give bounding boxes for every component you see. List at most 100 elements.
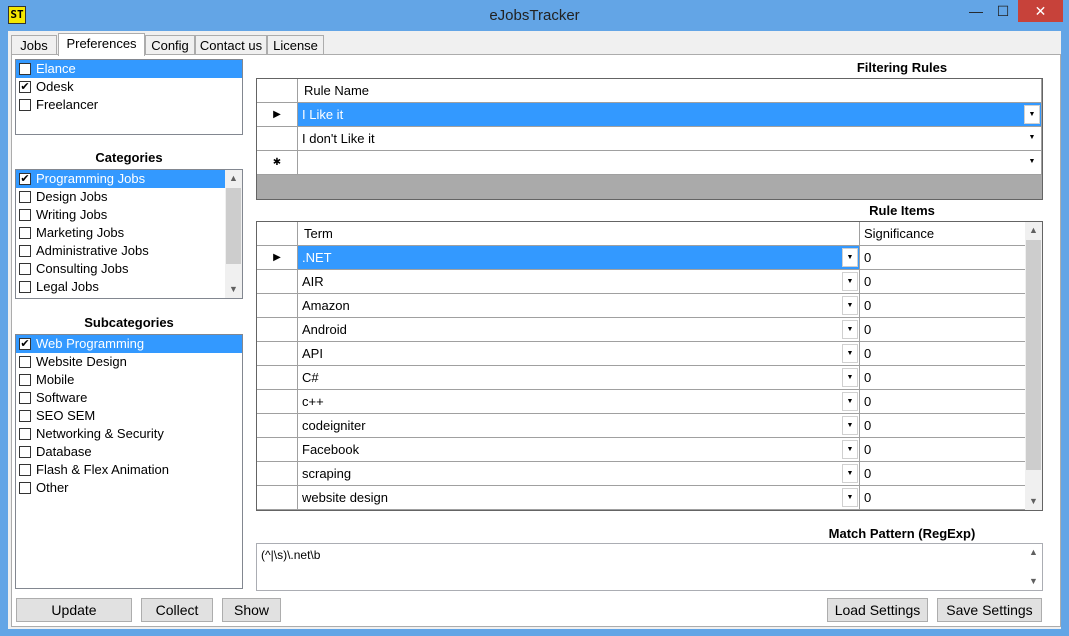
show-button[interactable]: Show	[222, 598, 281, 622]
row-header[interactable]	[257, 414, 298, 438]
collect-button[interactable]: Collect	[141, 598, 213, 622]
row-header[interactable]	[257, 270, 298, 294]
checkbox[interactable]	[19, 191, 31, 203]
checkbox[interactable]: ✔	[19, 338, 31, 350]
checkbox[interactable]: ✔	[19, 81, 31, 93]
categories-list[interactable]: ✔ Programming Jobs Design Jobs Writing Jo…	[15, 169, 243, 299]
list-item[interactable]: Other	[16, 479, 242, 497]
row-header-current-icon[interactable]: ▶	[257, 246, 298, 270]
list-item[interactable]: ✔ Programming Jobs	[16, 170, 225, 188]
significance-cell[interactable]: 0	[860, 318, 1026, 342]
rule-items-grid[interactable]: Term Significance ▶ .NET ▼ 0 AIR ▼ 0 Amazon ▼ 0 An…	[256, 221, 1043, 511]
list-item[interactable]: Flash & Flex Animation	[16, 461, 242, 479]
rule-name-cell[interactable]: I Like it	[302, 107, 343, 122]
checkbox[interactable]	[19, 245, 31, 257]
column-header-significance[interactable]: Significance	[860, 222, 1026, 246]
list-item[interactable]: Administrative Jobs	[16, 242, 242, 260]
rule-items-scrollbar[interactable]: ▲ ▼	[1025, 222, 1042, 510]
term-cell[interactable]: .NET ▼	[298, 246, 860, 270]
row-header[interactable]	[257, 438, 298, 462]
term-cell[interactable]: codeigniter ▼	[298, 414, 860, 438]
chevron-down-icon[interactable]: ▼	[842, 344, 858, 363]
row-header[interactable]	[257, 294, 298, 318]
scroll-thumb[interactable]	[1026, 240, 1041, 470]
checkbox[interactable]	[19, 227, 31, 239]
scroll-down-icon[interactable]: ▼	[1025, 493, 1042, 510]
checkbox[interactable]	[19, 356, 31, 368]
list-item[interactable]: Writing Jobs	[16, 206, 242, 224]
term-cell[interactable]: C# ▼	[298, 366, 860, 390]
term-cell[interactable]: website design ▼	[298, 486, 860, 510]
chevron-down-icon[interactable]: ▼	[1024, 129, 1040, 148]
scroll-down-icon[interactable]: ▼	[1025, 573, 1042, 590]
checkbox[interactable]: ✔	[19, 173, 31, 185]
term-cell[interactable]: Facebook ▼	[298, 438, 860, 462]
significance-cell[interactable]: 0	[860, 390, 1026, 414]
column-header-term[interactable]: Term	[298, 222, 860, 246]
checkbox[interactable]	[19, 392, 31, 404]
significance-cell[interactable]: 0	[860, 342, 1026, 366]
checkbox[interactable]	[19, 374, 31, 386]
checkbox[interactable]	[19, 281, 31, 293]
term-value[interactable]: API	[302, 346, 323, 361]
checkbox[interactable]	[19, 63, 31, 75]
checkbox[interactable]	[19, 410, 31, 422]
list-item[interactable]: Mobile	[16, 371, 242, 389]
list-item[interactable]: Marketing Jobs	[16, 224, 242, 242]
term-cell[interactable]: scraping ▼	[298, 462, 860, 486]
list-item[interactable]: Design Jobs	[16, 188, 242, 206]
subcategories-list[interactable]: ✔ Web Programming Website Design Mobile S…	[15, 334, 243, 589]
chevron-down-icon[interactable]: ▼	[842, 248, 858, 267]
checkbox[interactable]	[19, 263, 31, 275]
match-pattern-scrollbar[interactable]: ▲ ▼	[1025, 544, 1042, 590]
minimize-icon[interactable]: —	[963, 0, 989, 22]
list-item[interactable]: Website Design	[16, 353, 242, 371]
tab-license[interactable]: License	[267, 35, 324, 55]
row-header-current-icon[interactable]: ▶	[257, 103, 298, 127]
list-item[interactable]: SEO SEM	[16, 407, 242, 425]
chevron-down-icon[interactable]: ▼	[842, 488, 858, 507]
checkbox[interactable]	[19, 482, 31, 494]
update-button[interactable]: Update	[16, 598, 132, 622]
row-header[interactable]	[257, 390, 298, 414]
scroll-down-icon[interactable]: ▼	[225, 281, 242, 298]
sources-list[interactable]: Elance ✔ Odesk Freelancer	[15, 59, 243, 135]
rule-name-cell[interactable]: I don't Like it	[302, 131, 375, 146]
significance-cell[interactable]: 0	[860, 486, 1026, 510]
chevron-down-icon[interactable]: ▼	[842, 440, 858, 459]
term-cell[interactable]: Amazon ▼	[298, 294, 860, 318]
term-value[interactable]: scraping	[302, 466, 351, 481]
significance-cell[interactable]: 0	[860, 246, 1026, 270]
list-item[interactable]: Freelancer	[16, 96, 242, 114]
term-value[interactable]: website design	[302, 490, 388, 505]
list-item[interactable]: Legal Jobs	[16, 278, 242, 296]
new-row-icon[interactable]: ✱	[257, 151, 298, 175]
tab-jobs[interactable]: Jobs	[11, 35, 57, 55]
term-cell[interactable]: c++ ▼	[298, 390, 860, 414]
significance-cell[interactable]: 0	[860, 270, 1026, 294]
significance-cell[interactable]: 0	[860, 438, 1026, 462]
scroll-thumb[interactable]	[226, 188, 241, 264]
significance-cell[interactable]: 0	[860, 294, 1026, 318]
significance-cell[interactable]: 0	[860, 414, 1026, 438]
significance-cell[interactable]: 0	[860, 462, 1026, 486]
chevron-down-icon[interactable]: ▼	[842, 464, 858, 483]
row-header[interactable]	[257, 486, 298, 510]
tab-contact-us[interactable]: Contact us	[195, 35, 267, 55]
checkbox[interactable]	[19, 428, 31, 440]
term-value[interactable]: Android	[302, 322, 347, 337]
scroll-up-icon[interactable]: ▲	[1025, 544, 1042, 561]
save-settings-button[interactable]: Save Settings	[937, 598, 1042, 622]
term-value[interactable]: C#	[302, 370, 319, 385]
list-item[interactable]: Consulting Jobs	[16, 260, 242, 278]
row-header[interactable]	[257, 342, 298, 366]
term-value[interactable]: Amazon	[302, 298, 350, 313]
significance-cell[interactable]: 0	[860, 366, 1026, 390]
scroll-up-icon[interactable]: ▲	[225, 170, 242, 187]
chevron-down-icon[interactable]: ▼	[842, 320, 858, 339]
term-cell[interactable]: AIR ▼	[298, 270, 860, 294]
chevron-down-icon[interactable]: ▼	[842, 368, 858, 387]
chevron-down-icon[interactable]: ▼	[1024, 153, 1040, 172]
checkbox[interactable]	[19, 464, 31, 476]
chevron-down-icon[interactable]: ▼	[842, 392, 858, 411]
